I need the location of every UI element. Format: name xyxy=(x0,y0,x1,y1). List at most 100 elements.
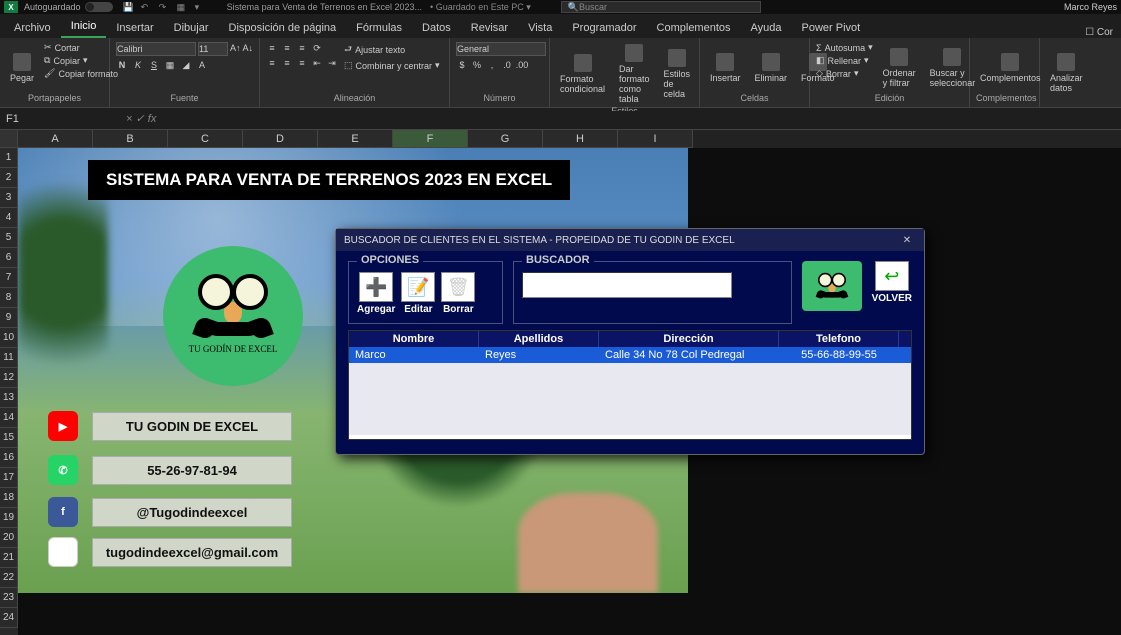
close-button[interactable]: ✕ xyxy=(898,233,916,247)
clear-button[interactable]: ◇ Borrar ▾ xyxy=(816,68,873,79)
column-header[interactable]: B xyxy=(93,130,168,148)
row-header[interactable]: 5 xyxy=(0,228,18,248)
align-mid-icon[interactable]: ≡ xyxy=(281,42,293,54)
underline-button[interactable]: S xyxy=(148,59,160,71)
row-header[interactable]: 3 xyxy=(0,188,18,208)
facebook-icon[interactable]: f xyxy=(48,497,78,527)
col-telefono[interactable]: Telefono xyxy=(779,331,899,347)
save-icon[interactable]: 💾 xyxy=(123,2,135,12)
row-header[interactable]: 13 xyxy=(0,388,18,408)
sort-filter-button[interactable]: Ordenar y filtrar xyxy=(879,42,920,93)
column-header[interactable]: I xyxy=(618,130,693,148)
row-header[interactable]: 16 xyxy=(0,448,18,468)
col-apellidos[interactable]: Apellidos xyxy=(479,331,599,347)
copy-button[interactable]: ⧉ Copiar ▾ xyxy=(44,55,118,66)
tab-ayuda[interactable]: Ayuda xyxy=(741,18,792,38)
search-box[interactable]: 🔍 Buscar xyxy=(561,1,761,13)
agregar-button[interactable]: ➕Agregar xyxy=(357,272,395,315)
fill-color-button[interactable]: ◢ xyxy=(180,59,192,71)
tab-fórmulas[interactable]: Fórmulas xyxy=(346,18,412,38)
paste-button[interactable]: Pegar xyxy=(6,42,38,93)
column-header[interactable]: D xyxy=(243,130,318,148)
row-header[interactable]: 24 xyxy=(0,608,18,628)
volver-button[interactable]: ↩ VOLVER xyxy=(872,261,912,330)
row-header[interactable]: 23 xyxy=(0,588,18,608)
gmail-icon[interactable]: M xyxy=(48,537,78,567)
format-painter-button[interactable]: 🖌 Copiar formato xyxy=(44,68,118,79)
shrink-font-icon[interactable]: A↓ xyxy=(243,42,254,54)
row-header[interactable]: 15 xyxy=(0,428,18,448)
row-header[interactable]: 14 xyxy=(0,408,18,428)
align-top-icon[interactable]: ≡ xyxy=(266,42,278,54)
italic-button[interactable]: K xyxy=(132,59,144,71)
row-header[interactable]: 8 xyxy=(0,288,18,308)
align-left-icon[interactable]: ≡ xyxy=(266,57,278,69)
align-bot-icon[interactable]: ≡ xyxy=(296,42,308,54)
row-header[interactable]: 19 xyxy=(0,508,18,528)
percent-icon[interactable]: % xyxy=(471,59,483,71)
font-color-button[interactable]: A xyxy=(196,59,208,71)
qat-icon[interactable]: ▦ xyxy=(177,2,189,12)
tab-programador[interactable]: Programador xyxy=(562,18,646,38)
user-name[interactable]: Marco Reyes xyxy=(1064,2,1117,12)
analyze-button[interactable]: Analizar datos xyxy=(1046,42,1087,103)
bold-button[interactable]: N xyxy=(116,59,128,71)
tab-datos[interactable]: Datos xyxy=(412,18,461,38)
youtube-icon[interactable]: ▶ xyxy=(48,411,78,441)
search-input[interactable] xyxy=(522,272,732,298)
row-header[interactable]: 1 xyxy=(0,148,18,168)
conditional-format-button[interactable]: Formato condicional xyxy=(556,42,609,106)
row-header[interactable]: 12 xyxy=(0,368,18,388)
column-header[interactable]: E xyxy=(318,130,393,148)
cell-styles-button[interactable]: Estilos de celda xyxy=(660,42,695,106)
borrar-button[interactable]: 🗑Borrar xyxy=(441,272,475,315)
whatsapp-icon[interactable]: ✆ xyxy=(48,455,78,485)
column-header[interactable]: G xyxy=(468,130,543,148)
border-button[interactable]: ▦ xyxy=(164,59,176,71)
row-header[interactable]: 10 xyxy=(0,328,18,348)
number-format-select[interactable] xyxy=(456,42,546,56)
results-listview[interactable]: Nombre Apellidos Dirección Telefono Marc… xyxy=(348,330,912,440)
fill-button[interactable]: ◧ Rellenar ▾ xyxy=(816,55,873,66)
wrap-text-button[interactable]: ⮐ Ajustar texto xyxy=(344,42,440,58)
row-header[interactable]: 22 xyxy=(0,568,18,588)
row-header[interactable]: 11 xyxy=(0,348,18,368)
row-header[interactable]: 6 xyxy=(0,248,18,268)
fx-buttons[interactable]: × ✓ fx xyxy=(120,112,162,125)
row-header[interactable]: 9 xyxy=(0,308,18,328)
delete-cells-button[interactable]: Eliminar xyxy=(751,42,792,93)
format-table-button[interactable]: Dar formato como tabla xyxy=(615,42,654,106)
insert-cells-button[interactable]: Insertar xyxy=(706,42,745,93)
tab-inicio[interactable]: Inicio xyxy=(61,16,107,38)
row-header[interactable]: 17 xyxy=(0,468,18,488)
grow-font-icon[interactable]: A↑ xyxy=(230,42,241,54)
align-right-icon[interactable]: ≡ xyxy=(296,57,308,69)
cut-button[interactable]: ✂ Cortar xyxy=(44,42,118,53)
formula-bar[interactable] xyxy=(162,111,1121,126)
row-header[interactable]: 7 xyxy=(0,268,18,288)
undo-icon[interactable]: ↶ xyxy=(141,2,153,12)
tab-vista[interactable]: Vista xyxy=(518,18,562,38)
font-size-select[interactable] xyxy=(198,42,228,56)
name-box[interactable] xyxy=(0,108,120,129)
indent-icon[interactable]: ⇤ xyxy=(311,57,323,69)
row-header[interactable]: 18 xyxy=(0,488,18,508)
col-nombre[interactable]: Nombre xyxy=(349,331,479,347)
dialog-titlebar[interactable]: BUSCADOR DE CLIENTES EN EL SISTEMA - PRO… xyxy=(336,229,924,251)
redo-icon[interactable]: ↷ xyxy=(159,2,171,12)
align-center-icon[interactable]: ≡ xyxy=(281,57,293,69)
merge-button[interactable]: ⬚ Combinar y centrar ▾ xyxy=(344,60,440,71)
column-header[interactable]: A xyxy=(18,130,93,148)
tab-power-pivot[interactable]: Power Pivot xyxy=(792,18,871,38)
dec-dec-icon[interactable]: .00 xyxy=(516,59,528,71)
toggle-icon[interactable] xyxy=(85,2,113,12)
font-family-select[interactable] xyxy=(116,42,196,56)
tab-insertar[interactable]: Insertar xyxy=(106,18,163,38)
addins-button[interactable]: Complementos xyxy=(976,42,1045,93)
editar-button[interactable]: 📝Editar xyxy=(401,272,435,315)
currency-icon[interactable]: $ xyxy=(456,59,468,71)
ribbon-display-button[interactable]: ☐ Cor xyxy=(1085,27,1121,38)
autosum-button[interactable]: Σ Autosuma ▾ xyxy=(816,42,873,53)
outdent-icon[interactable]: ⇥ xyxy=(326,57,338,69)
tab-revisar[interactable]: Revisar xyxy=(461,18,518,38)
